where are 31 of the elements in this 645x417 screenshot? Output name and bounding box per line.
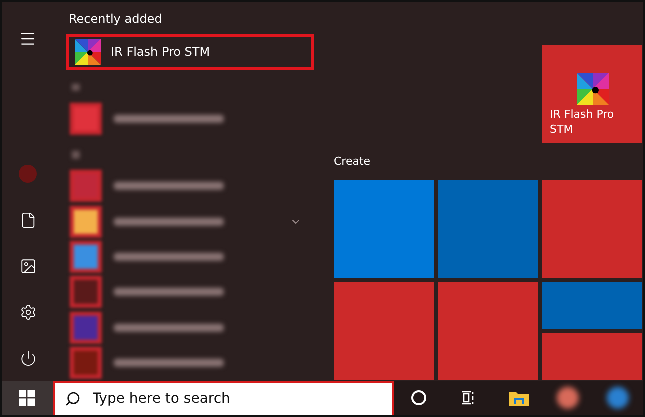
- settings-icon[interactable]: [20, 304, 36, 320]
- app-list-item[interactable]: IR Flash Pro STM: [66, 34, 314, 70]
- power-icon[interactable]: [20, 350, 36, 366]
- tile[interactable]: [542, 282, 642, 329]
- windows-logo-icon: [19, 390, 36, 406]
- document-icon[interactable]: [20, 212, 36, 228]
- blurred-letter: [72, 84, 80, 92]
- search-box[interactable]: Type here to search: [52, 381, 394, 415]
- section-header: Recently added: [68, 11, 164, 28]
- blurred-app-icon[interactable]: [557, 387, 580, 409]
- group-title: Create: [334, 154, 372, 170]
- tile[interactable]: [334, 282, 434, 380]
- menu-icon[interactable]: [19, 30, 37, 48]
- tile[interactable]: [334, 180, 434, 278]
- start-button[interactable]: [2, 381, 53, 415]
- blurred-letter: [72, 150, 80, 159]
- picture-icon[interactable]: [20, 258, 36, 274]
- tile[interactable]: [542, 180, 642, 278]
- rainbow-aperture-icon: [75, 38, 101, 65]
- folder-icon[interactable]: [508, 389, 530, 407]
- tile[interactable]: [438, 282, 538, 380]
- search-icon: [64, 391, 81, 407]
- blurred-app-icon[interactable]: [70, 206, 102, 238]
- tile[interactable]: [438, 180, 538, 278]
- blurred-app-icon[interactable]: [70, 103, 102, 136]
- app-tile[interactable]: IR Flash Pro STM: [542, 45, 642, 143]
- rainbow-aperture-icon: [577, 73, 609, 106]
- blurred-app-icon[interactable]: [70, 241, 102, 274]
- blurred-app-icon[interactable]: [607, 387, 630, 409]
- circle-icon[interactable]: [411, 390, 428, 406]
- tile[interactable]: [542, 333, 642, 380]
